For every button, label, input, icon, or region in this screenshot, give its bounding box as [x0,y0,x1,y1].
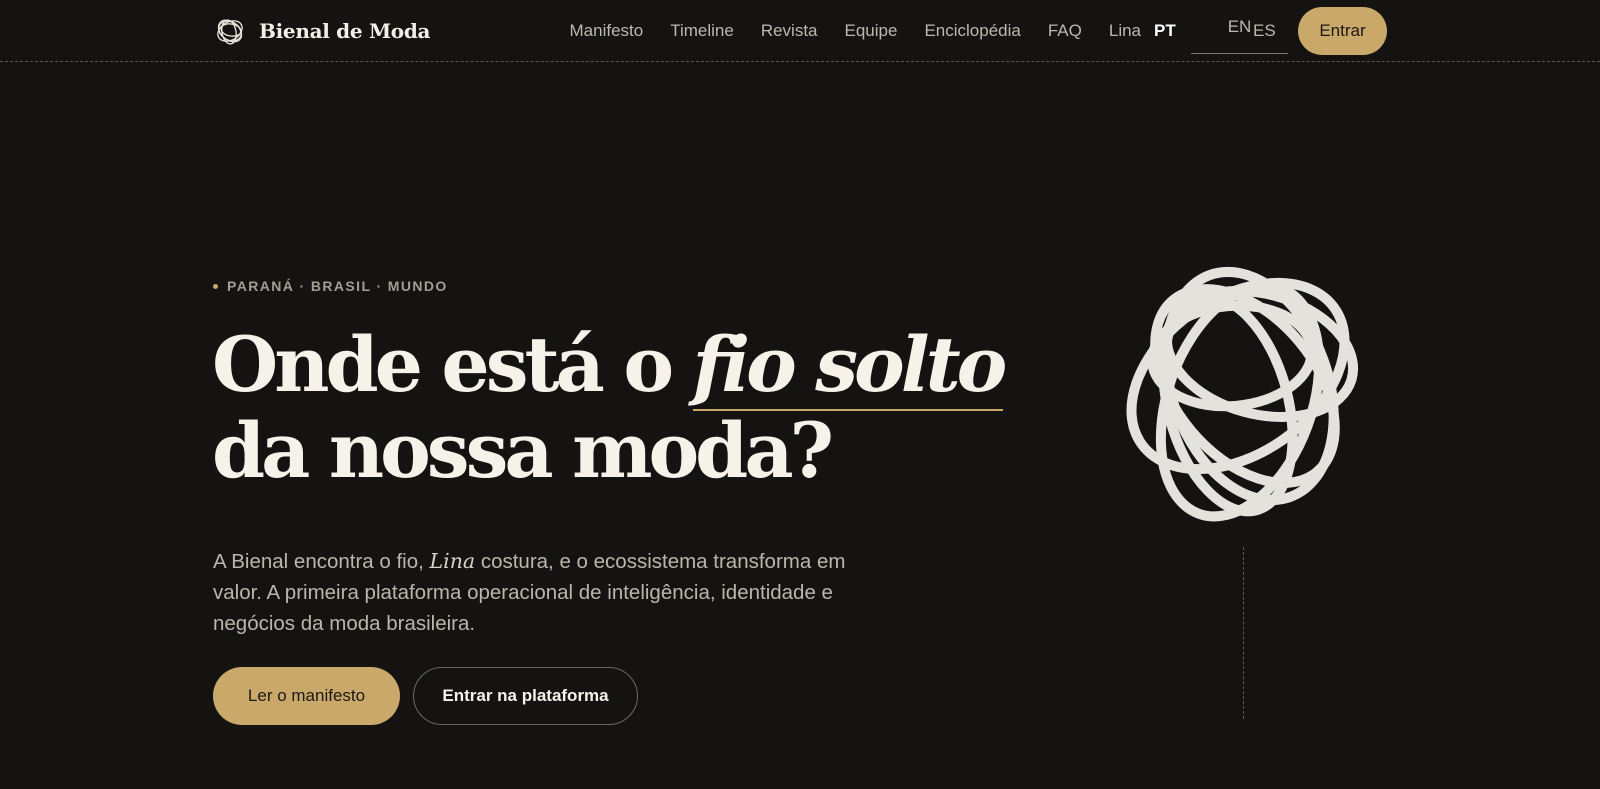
headline-line-1: Onde está o fio solto [212,320,1007,411]
login-button[interactable]: Entrar [1298,7,1387,55]
nav-item-timeline[interactable]: Timeline [657,21,748,41]
nav-item-revista[interactable]: Revista [747,21,831,41]
nav-item-equipe[interactable]: Equipe [831,21,911,41]
language-es[interactable]: ES [1253,0,1276,62]
thread-dashed-line [1243,547,1244,719]
site-header: Bienal de Moda Manifesto Timeline Revist… [0,0,1600,62]
bullet-dot-icon [213,283,218,289]
read-manifesto-button[interactable]: Ler o manifesto [213,667,400,725]
headline-line-2: da nossa moda? [212,406,834,495]
thread-knot-icon [217,19,243,45]
hero-description: A Bienal encontra o fio, Lina costura, e… [213,546,853,639]
lead-emphasis-lina: Lina [429,549,476,573]
hero-eyebrow: PARANÁ · BRASIL · MUNDO [213,278,448,294]
eyebrow-text: PARANÁ · BRASIL · MUNDO [227,278,448,294]
brand-name: Bienal de Moda [259,19,431,43]
enter-platform-button[interactable]: Entrar na plataforma [413,667,638,725]
language-pt[interactable]: PT [1154,0,1176,62]
brand-logo[interactable]: Bienal de Moda [213,13,430,49]
lead-text-1: A Bienal encontra o fio, [213,550,430,573]
nav-item-lina[interactable]: Lina [1095,21,1154,41]
main-nav: Manifesto Timeline Revista Equipe Encicl… [556,0,1155,62]
headline-emphasis: fio solto [692,320,1007,411]
nav-item-manifesto[interactable]: Manifesto [556,21,657,41]
nav-item-enciclopedia[interactable]: Enciclopédia [911,21,1034,41]
headline-text: Onde está o [212,320,693,409]
nav-item-faq[interactable]: FAQ [1034,21,1095,41]
hero-headline: Onde está o fio solto da nossa moda? [212,320,1007,495]
thread-knot-illustration [1126,266,1359,522]
